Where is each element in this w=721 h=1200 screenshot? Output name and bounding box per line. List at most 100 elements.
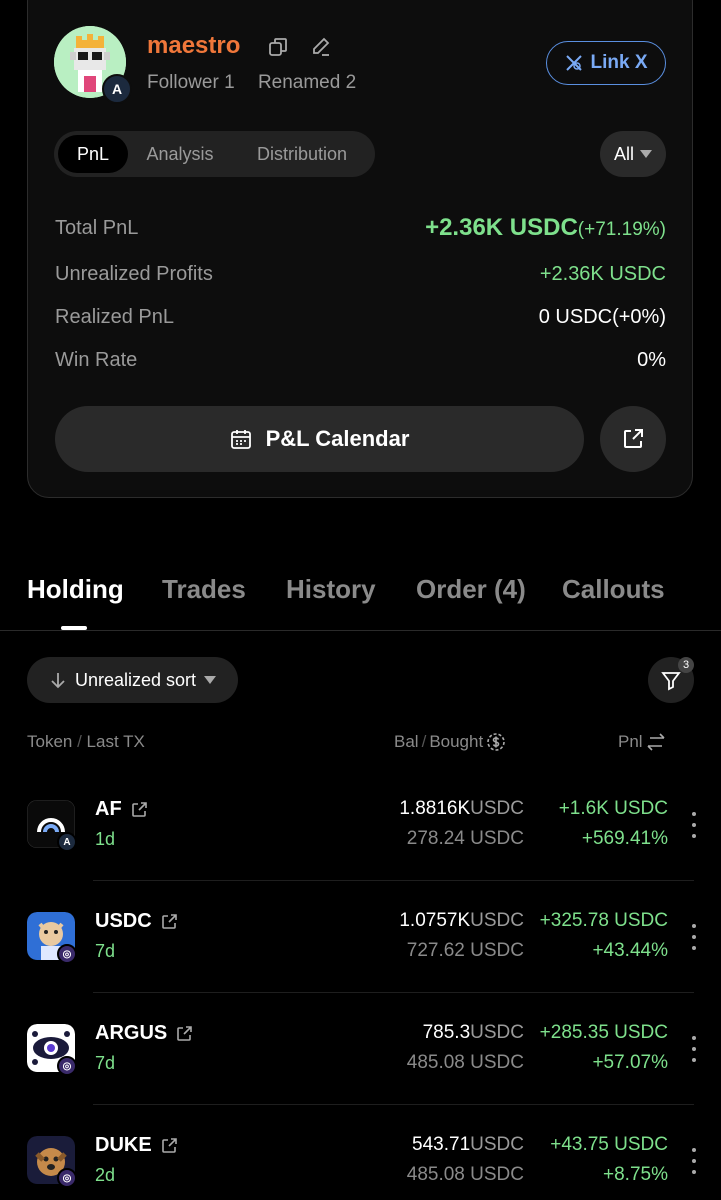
token-name: DUKE — [95, 1134, 152, 1156]
filter-icon — [661, 672, 681, 691]
token-name-group[interactable]: DUKE — [95, 1134, 178, 1157]
more-options-icon[interactable] — [688, 812, 700, 838]
token-last-tx: 1d — [95, 829, 116, 849]
token-balance: 1.8816KUSDC — [399, 798, 524, 820]
row-divider — [93, 992, 694, 993]
token-balance-value: 1.0757K — [399, 910, 471, 931]
token-pnl: +285.35 USDC — [539, 1022, 668, 1043]
sort-label: Unrealized sort — [74, 669, 197, 690]
calendar-icon — [230, 430, 251, 449]
realized-label: Realized PnL — [55, 306, 174, 328]
all-filter-dropdown[interactable]: All — [600, 131, 666, 177]
token-bought: 278.24 USDC — [406, 828, 524, 849]
total-pnl-label: Total PnL — [55, 217, 139, 239]
token-balance: 1.0757KUSDC — [399, 910, 524, 932]
external-link-icon — [624, 429, 643, 448]
caret-down-icon — [204, 676, 217, 684]
token-pnl-pct: +57.07% — [592, 1052, 668, 1073]
chain-badge-icon: ◎ — [57, 1056, 77, 1076]
total-pnl-value: +2.36K USDC — [425, 214, 578, 241]
token-balance: 785.3USDC — [423, 1022, 524, 1044]
token-balance-value: 543.71 — [412, 1134, 471, 1155]
all-filter-label: All — [613, 143, 634, 164]
share-button[interactable] — [600, 406, 666, 472]
row-divider — [93, 880, 694, 881]
token-balance-value: 785.3 — [422, 1022, 471, 1043]
token-name: AF — [95, 798, 122, 820]
col-bal-bought[interactable]: Bal / Bought — [394, 732, 506, 752]
token-bought: 485.08 USDC — [406, 1164, 524, 1185]
unrealized-label: Unrealized Profits — [55, 263, 213, 285]
edit-icon[interactable] — [310, 35, 332, 57]
token-last-tx: 7d — [95, 941, 116, 961]
more-options-icon[interactable] — [688, 1148, 700, 1174]
segment-pnl[interactable]: PnL — [58, 135, 128, 173]
token-balance-unit: USDC — [470, 798, 524, 819]
token-last-tx: 7d — [95, 1053, 116, 1073]
winrate-value: 0% — [637, 349, 666, 371]
tab-history[interactable]: History — [286, 574, 376, 605]
tab-divider — [0, 630, 721, 631]
currency-toggle-icon[interactable] — [486, 732, 506, 752]
arrow-down-icon — [51, 673, 65, 689]
token-balance-value: 1.8816K — [399, 798, 471, 819]
avatar-badge: A — [102, 74, 132, 104]
token-balance: 543.71USDC — [412, 1134, 524, 1156]
token-name-group[interactable]: ARGUS — [95, 1022, 193, 1045]
filter-count-badge: 3 — [678, 657, 694, 673]
col-token-lasttx: Token / Last TX — [27, 732, 145, 751]
winrate-label: Win Rate — [55, 349, 138, 371]
token-balance-unit: USDC — [470, 1022, 524, 1043]
token-name-group[interactable]: AF — [95, 798, 148, 821]
token-bought: 727.62 USDC — [406, 940, 524, 961]
total-pnl-pct: (+71.19%) — [577, 219, 666, 240]
token-balance-unit: USDC — [470, 1134, 524, 1155]
chain-badge-icon: A — [57, 832, 77, 852]
total-pnl-value-group: +2.36K USDC(+71.19%) — [425, 214, 666, 242]
col-bal: Bal — [394, 732, 419, 751]
token-pnl-pct: +43.44% — [592, 940, 668, 961]
more-options-icon[interactable] — [688, 1036, 700, 1062]
pnl-segment-control: PnL Analysis Distribution — [54, 131, 375, 177]
realized-value-group: 0 USDC(+0%) — [539, 306, 666, 329]
swap-icon — [647, 733, 665, 751]
realized-value: 0 USDC — [538, 306, 613, 328]
token-last-tx: 2d — [95, 1165, 116, 1185]
token-name-group[interactable]: USDC — [95, 910, 178, 933]
row-divider — [93, 1104, 694, 1105]
col-token: Token — [27, 732, 73, 751]
external-link-icon[interactable] — [130, 801, 148, 819]
tab-order[interactable]: Order (4) — [416, 574, 526, 605]
pnl-calendar-button[interactable]: P&L Calendar — [55, 406, 584, 472]
follower-count[interactable]: Follower 1 — [147, 72, 235, 93]
col-bought: Bought — [429, 732, 484, 751]
copy-icon[interactable] — [267, 36, 289, 58]
external-link-icon[interactable] — [160, 1137, 178, 1155]
token-pnl: +1.6K USDC — [558, 798, 668, 819]
username: maestro — [147, 32, 241, 59]
more-options-icon[interactable] — [688, 924, 700, 950]
col-last-tx: Last TX — [86, 732, 145, 751]
chain-badge-icon: ◎ — [57, 1168, 77, 1188]
segment-analysis[interactable]: Analysis — [132, 135, 228, 173]
tab-callouts[interactable]: Callouts — [562, 574, 665, 605]
sort-dropdown[interactable]: Unrealized sort — [27, 657, 238, 703]
tab-trades[interactable]: Trades — [162, 574, 246, 605]
segment-distribution[interactable]: Distribution — [234, 135, 370, 173]
realized-pct: (+0%) — [612, 306, 666, 328]
tab-holding[interactable]: Holding — [27, 574, 124, 605]
link-x-button[interactable]: Link X — [546, 41, 666, 85]
renamed-count[interactable]: Renamed 2 — [258, 72, 356, 93]
external-link-icon[interactable] — [175, 1025, 193, 1043]
col-pnl-label: Pnl — [618, 732, 643, 751]
caret-down-icon — [640, 150, 652, 158]
token-pnl: +325.78 USDC — [539, 910, 668, 931]
external-link-icon[interactable] — [160, 913, 178, 931]
col-pnl[interactable]: Pnl — [618, 732, 666, 752]
token-name: ARGUS — [95, 1022, 168, 1044]
token-pnl: +43.75 USDC — [550, 1134, 668, 1155]
x-logo-icon — [566, 55, 583, 71]
token-bought: 485.08 USDC — [406, 1052, 524, 1073]
token-pnl-pct: +569.41% — [581, 828, 668, 849]
token-name: USDC — [95, 910, 152, 932]
